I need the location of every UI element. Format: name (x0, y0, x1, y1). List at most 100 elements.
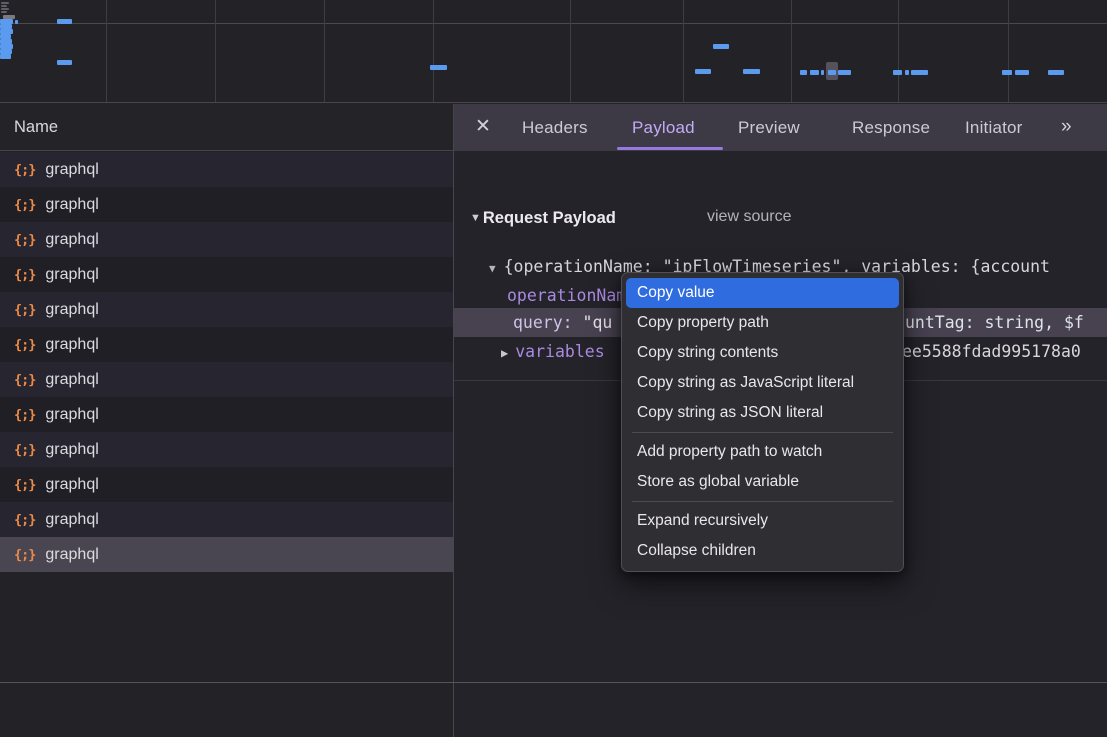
request-name-label: graphql (45, 511, 98, 529)
property-value-fragment: "qu (583, 313, 613, 332)
request-rows: {;} graphql {;} graphql {;} graphql {;} graphql… (0, 152, 453, 572)
menu-item-store-as-global-variable[interactable]: Store as global variable (626, 467, 899, 497)
overview-bar (893, 70, 902, 75)
overview-bar (905, 70, 909, 75)
overview-bar (821, 70, 824, 75)
overview-bar (430, 65, 447, 70)
json-braces-icon: {;} (14, 337, 35, 353)
json-braces-icon: {;} (14, 512, 35, 528)
menu-item-copy-string-as-javascript-literal[interactable]: Copy string as JavaScript literal (626, 368, 899, 398)
overview-highlighted-bar (828, 70, 836, 75)
query-value-right-fragment: untTag: string, $f (905, 308, 1084, 337)
menu-item-collapse-children[interactable]: Collapse children (626, 536, 899, 566)
active-tab-indicator (617, 147, 723, 150)
request-name-label: graphql (45, 161, 98, 179)
overview-bar (57, 19, 72, 24)
network-overview-timeline[interactable] (0, 0, 1107, 103)
request-name-label: graphql (45, 371, 98, 389)
overview-gridline (106, 0, 107, 103)
overview-bar (1015, 70, 1029, 75)
overview-gridline (898, 0, 899, 103)
overview-bar (1, 5, 7, 7)
request-row[interactable]: {;} graphql (0, 397, 453, 432)
menu-item-copy-property-path[interactable]: Copy property path (626, 308, 899, 338)
request-name-label: graphql (45, 441, 98, 459)
json-braces-icon: {;} (14, 162, 35, 178)
request-name-label: graphql (45, 196, 98, 214)
context-menu: Copy valueCopy property pathCopy string … (621, 272, 904, 572)
devtools-network-panel: Name {;}graphql{;}graphql{;}graphql{;}gr… (0, 0, 1107, 737)
request-row[interactable]: {;} graphql (0, 152, 453, 187)
view-source-link[interactable]: view source (707, 208, 791, 226)
overview-gridline (324, 0, 325, 103)
request-name-label: graphql (45, 301, 98, 319)
request-row[interactable]: {;}graphql (0, 362, 453, 397)
request-name-label: graphql (45, 546, 98, 564)
json-braces-icon: {;} (14, 197, 35, 213)
section-title: Request Payload (483, 209, 616, 228)
root-expander-icon[interactable]: ▼ (489, 262, 496, 275)
menu-item-copy-value[interactable]: Copy value (626, 278, 899, 308)
request-row[interactable]: {;} graphql (0, 432, 453, 467)
tab-payload[interactable]: Payload (632, 104, 695, 151)
more-tabs-icon[interactable]: » (1061, 104, 1069, 151)
overview-gridline (791, 0, 792, 103)
request-row[interactable]: {;} graphql (0, 257, 453, 292)
footer-divider (0, 682, 1107, 683)
request-name-label: graphql (45, 336, 98, 354)
json-braces-icon: {;} (14, 442, 35, 458)
request-name-label: graphql (45, 231, 98, 249)
query-row[interactable]: query: "qu (513, 308, 612, 337)
overview-bar (1, 11, 7, 13)
overview-gridline (570, 0, 571, 103)
request-name-label: graphql (45, 406, 98, 424)
request-row[interactable]: {;}graphql (0, 537, 453, 572)
overview-gridline (1008, 0, 1009, 103)
request-list-panel: Name {;}graphql{;}graphql{;}graphql{;}gr… (0, 104, 453, 737)
menu-divider (632, 432, 893, 433)
overview-bar (1, 2, 9, 4)
request-row[interactable]: {;} graphql (0, 502, 453, 537)
json-braces-icon: {;} (14, 267, 35, 283)
request-row[interactable]: {;} graphql (0, 222, 453, 257)
devtools-window: Name {;}graphql{;}graphql{;}graphql{;}gr… (0, 0, 1110, 740)
menu-item-expand-recursively[interactable]: Expand recursively (626, 506, 899, 536)
overview-bar (800, 70, 807, 75)
request-payload-header[interactable]: ▼ Request Payload (470, 207, 616, 229)
menu-item-add-property-path-to-watch[interactable]: Add property path to watch (626, 437, 899, 467)
json-braces-icon: {;} (14, 232, 35, 248)
overview-bar (1002, 70, 1012, 75)
overview-bar (695, 69, 711, 74)
variables-row[interactable]: ▶variables (501, 337, 605, 366)
request-row[interactable]: {;} graphql (0, 187, 453, 222)
menu-divider (632, 501, 893, 502)
json-braces-icon: {;} (14, 302, 35, 318)
request-row[interactable]: {;} graphql (0, 292, 453, 327)
json-braces-icon: {;} (14, 407, 35, 423)
menu-item-copy-string-as-json-literal[interactable]: Copy string as JSON literal (626, 398, 899, 428)
overview-bar (1, 8, 9, 10)
detail-tab-bar: ✕ Headers Payload Preview Response Initiator… (454, 104, 1107, 151)
overview-bar (838, 70, 851, 75)
overview-gridline (433, 0, 434, 103)
menu-item-copy-string-contents[interactable]: Copy string contents (626, 338, 899, 368)
overview-gridline (683, 0, 684, 103)
overview-bar (911, 70, 928, 75)
request-row[interactable]: {;} graphql (0, 327, 453, 362)
overview-bar (713, 44, 729, 49)
tab-headers[interactable]: Headers (522, 104, 588, 151)
variables-expander-icon[interactable]: ▶ (501, 346, 508, 360)
variables-value-right-fragment: ee5588fdad995178a0 (902, 337, 1081, 366)
tab-initiator[interactable]: Initiator (965, 104, 1023, 151)
request-name-label: graphql (45, 266, 98, 284)
property-key: query: (513, 313, 583, 332)
tab-response[interactable]: Response (852, 104, 930, 151)
overview-gridline (215, 0, 216, 103)
request-row[interactable]: {;}graphql (0, 467, 453, 502)
overview-bar (1048, 70, 1064, 75)
tab-preview[interactable]: Preview (738, 104, 800, 151)
section-expander-icon[interactable]: ▼ (470, 212, 481, 224)
close-icon[interactable]: ✕ (472, 116, 494, 138)
overview-bar (810, 70, 819, 75)
name-column-header[interactable]: Name (0, 104, 453, 151)
